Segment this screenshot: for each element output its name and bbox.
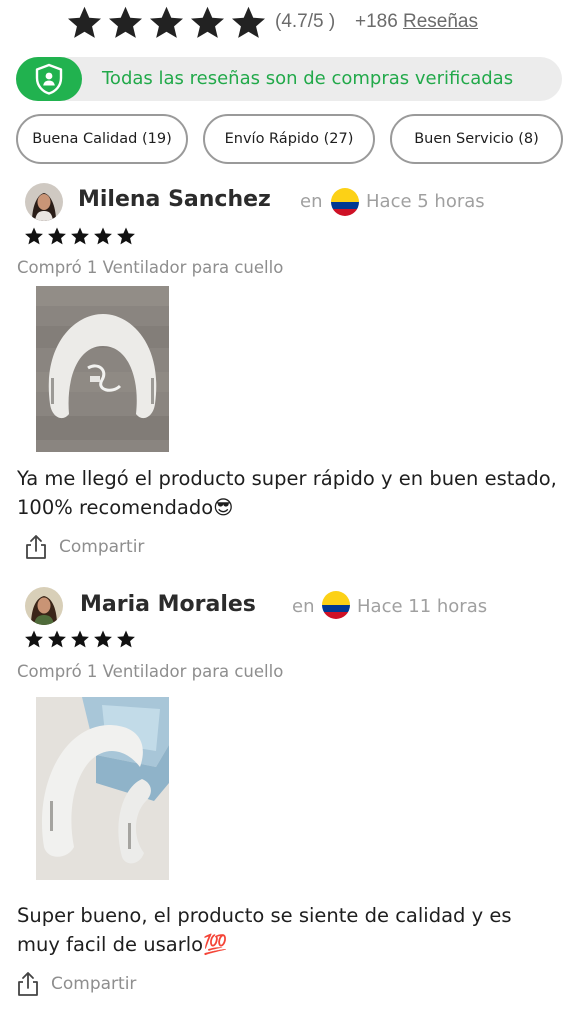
share-button[interactable]: Compartir xyxy=(25,534,144,560)
star-icon xyxy=(25,630,43,648)
star-icon xyxy=(117,630,135,648)
share-button[interactable]: Compartir xyxy=(17,971,136,997)
en-label: en xyxy=(300,191,323,212)
star-icon xyxy=(71,227,89,245)
verified-banner: Todas las reseñas son de compras verific… xyxy=(16,57,562,101)
review-time: Hace 11 horas xyxy=(357,596,488,617)
star-icon xyxy=(117,227,135,245)
rating-score: (4.7/5 ) xyxy=(275,11,336,32)
rating-stars xyxy=(66,4,267,44)
purchase-info: Compró 1 Ventilador para cuello xyxy=(17,258,284,277)
review-photo[interactable] xyxy=(36,697,169,880)
review-text: Ya me llegó el producto super rápido y e… xyxy=(17,467,557,519)
star-icon xyxy=(48,227,66,245)
star-icon xyxy=(191,6,224,38)
share-icon xyxy=(26,535,46,559)
star-icon xyxy=(48,630,66,648)
review-stars xyxy=(24,629,136,649)
share-label: Compartir xyxy=(59,537,145,557)
verified-badge xyxy=(16,57,82,101)
en-label: en xyxy=(292,596,315,617)
purchase-info: Compró 1 Ventilador para cuello xyxy=(17,662,284,681)
filter-chips: Buena Calidad (19) Envío Rápido (27) Bue… xyxy=(16,114,564,164)
star-icon xyxy=(109,6,142,38)
review-stars xyxy=(24,226,136,246)
colombia-flag-icon xyxy=(331,188,359,216)
review-photo[interactable] xyxy=(36,286,169,452)
reviews-link[interactable]: Reseñas xyxy=(403,11,478,33)
review-card: Maria Morales en Hace 11 horas Compró 1 … xyxy=(0,583,576,1003)
review-count: +186 xyxy=(355,11,398,32)
avatar xyxy=(25,183,63,221)
filter-chip-buena-calidad[interactable]: Buena Calidad (19) xyxy=(16,114,188,164)
filter-chip-buen-servicio[interactable]: Buen Servicio (8) xyxy=(390,114,563,164)
review-text: Super bueno, el producto se siente de ca… xyxy=(17,904,512,956)
filter-chip-envio-rapido[interactable]: Envío Rápido (27) xyxy=(203,114,375,164)
star-icon xyxy=(94,227,112,245)
star-icon xyxy=(25,227,43,245)
star-icon xyxy=(71,630,89,648)
star-icon xyxy=(232,6,265,38)
share-label: Compartir xyxy=(51,974,137,994)
shield-user-icon xyxy=(35,63,63,95)
rating-summary: (4.7/5 ) +186 Reseñas xyxy=(0,0,576,50)
share-icon xyxy=(18,972,38,996)
star-icon xyxy=(150,6,183,38)
colombia-flag-icon xyxy=(322,591,350,619)
verified-text: Todas las reseñas son de compras verific… xyxy=(102,68,514,89)
reviewer-name: Milena Sanchez xyxy=(78,187,271,212)
review-card: Milena Sanchez en Hace 5 horas Compró 1 … xyxy=(0,178,576,573)
star-icon xyxy=(68,6,101,38)
review-time: Hace 5 horas xyxy=(366,191,485,212)
avatar xyxy=(25,587,63,625)
reviewer-name: Maria Morales xyxy=(80,592,256,617)
star-icon xyxy=(94,630,112,648)
